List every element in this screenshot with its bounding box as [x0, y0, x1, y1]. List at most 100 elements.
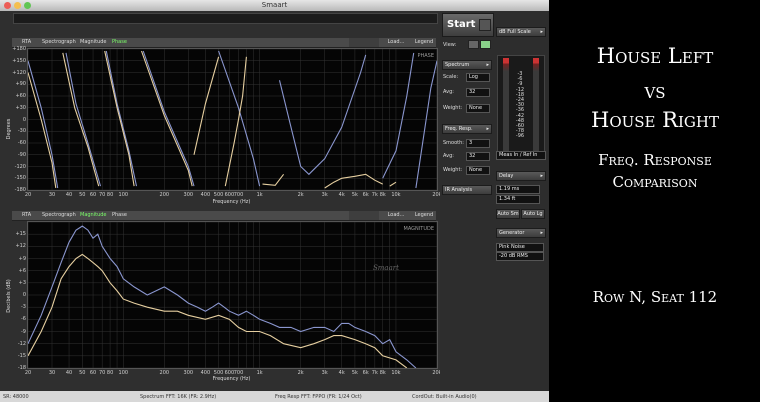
phase-xtick: 5k [351, 192, 358, 198]
magnitude-ytick: +15 [15, 231, 26, 238]
phase-xtick: 80 [106, 192, 114, 198]
signal-strip [13, 13, 438, 24]
phase-xtick: 40 [65, 192, 73, 198]
top-tab-phase[interactable]: Phase [112, 38, 127, 47]
top-blank-button[interactable] [349, 38, 379, 47]
status-cordout: CordOut: Built-in Audio(0) [412, 394, 477, 400]
phase-trace-right [389, 181, 397, 187]
magnitude-ytick: 0 [22, 292, 26, 298]
start-label: Start [447, 19, 476, 30]
phase-xtick: 70 [98, 192, 106, 198]
magnitude-trace-right [28, 253, 408, 368]
phase-xlabel: Frequency (Hz) [212, 199, 251, 205]
slide-subtitle-line1: Freq. Response [598, 151, 712, 169]
smooth-label: Smooth: [443, 140, 464, 146]
phase-xtick: 50 [79, 192, 86, 198]
magnitude-ytick: -9 [21, 328, 26, 335]
phase-trace-right [193, 56, 220, 155]
phase-ytick: +90 [15, 81, 26, 88]
status-bar: SR: 48000 Spectrum FFT: 16K (FR: 2.9Hz) … [0, 391, 549, 402]
bottom-blank-button[interactable] [349, 211, 379, 220]
spectrum-avg-select[interactable]: 32 [466, 88, 490, 97]
meter-mode-select[interactable]: Meas In / Ref In [496, 151, 546, 160]
bottom-tab-spectrograph[interactable]: Spectrograph [42, 211, 76, 220]
magnitude-ytick: -6 [21, 316, 26, 323]
expand-icon: ▸ [540, 173, 543, 179]
phase-xtick: 600 [224, 192, 235, 198]
phase-ytick: -30 [17, 128, 26, 135]
phase-xtick: 3k [321, 192, 328, 198]
top-tab-magnitude[interactable]: Magnitude [80, 38, 107, 47]
phase-xtick: 10k [391, 192, 401, 198]
phase-trace-right [324, 173, 383, 189]
spectrum-weight-select[interactable]: None [466, 104, 490, 113]
bottom-legend-button[interactable]: Legend [412, 211, 436, 220]
slide-title-line3: House Right [591, 108, 719, 132]
scale-select[interactable]: Log [466, 73, 490, 82]
phase-xtick: 300 [183, 192, 194, 198]
magnitude-ytick: +3 [18, 279, 26, 286]
phase-ytick: -120 [14, 163, 26, 170]
freq-avg-label: Avg: [443, 153, 454, 159]
meter-bar-in [503, 58, 509, 152]
phase-plot-svg [28, 49, 437, 190]
magnitude-badge: MAGNITUDE [403, 226, 434, 232]
spectrum-header[interactable]: Spectrum ▸ [442, 60, 492, 70]
spectrum-avg-label: Avg: [443, 89, 454, 95]
phase-xtick: 7k [371, 192, 378, 198]
magnitude-plot-svg [28, 222, 437, 368]
phase-ytick: +150 [12, 57, 26, 64]
freq-avg-select[interactable]: 32 [466, 152, 490, 161]
generator-noise-select[interactable]: Pink Noise [496, 243, 544, 252]
auto-lg-button[interactable]: Auto Lg [521, 209, 545, 219]
meter-scale-tick: -96 [515, 133, 525, 140]
status-spectrum-fft: Spectrum FFT: 16K (FR: 2.9Hz) [140, 394, 217, 400]
smaart-watermark: Smaart [373, 264, 399, 272]
auto-sm-button[interactable]: Auto Sm [496, 209, 520, 219]
ir-analysis-button[interactable]: IR Analysis [442, 185, 492, 195]
delay-ms-field[interactable]: 1.19 ms [496, 185, 540, 194]
magnitude-ytick: +6 [18, 267, 26, 274]
phase-trace-left [278, 54, 367, 176]
phase-xtick: 700 [233, 192, 244, 198]
slide-title-line1: House Left [596, 44, 714, 68]
magnitude-ytick: +12 [15, 243, 26, 250]
phase-badge: PHASE [417, 53, 434, 59]
stop-square-icon [479, 19, 491, 31]
view-single-icon[interactable] [468, 40, 479, 49]
magnitude-plot[interactable]: MAGNITUDE Smaart [27, 221, 438, 369]
phase-xtick: 8k [379, 192, 386, 198]
freq-resp-header[interactable]: Freq. Resp. ▸ [442, 124, 492, 134]
magnitude-ytick: -3 [21, 304, 26, 311]
smooth-select[interactable]: 3 [466, 139, 490, 148]
view-label: View: [443, 42, 457, 48]
top-load-button[interactable]: Load... [384, 38, 408, 47]
top-legend-button[interactable]: Legend [412, 38, 436, 47]
phase-xtick: 6k [362, 192, 369, 198]
top-tab-spectrograph[interactable]: Spectrograph [42, 38, 76, 47]
phase-ytick: +180 [12, 46, 26, 52]
magnitude-ylabel: Decibels (dB) [6, 279, 12, 313]
delay-ft-field[interactable]: 1.34 ft [496, 195, 540, 204]
bottom-tab-phase[interactable]: Phase [112, 211, 127, 220]
bottom-load-button[interactable]: Load... [384, 211, 408, 220]
generator-header[interactable]: Generator ▸ [496, 228, 546, 238]
freq-weight-select[interactable]: None [466, 166, 490, 175]
expand-icon: ▸ [540, 29, 543, 35]
phase-ytick: +30 [15, 104, 26, 111]
generator-level-field[interactable]: -20 dB RMS [496, 252, 544, 261]
bottom-tab-magnitude[interactable]: Magnitude [80, 211, 107, 220]
bottom-tab-rta[interactable]: RTA [22, 211, 31, 220]
view-split-icon[interactable] [480, 40, 491, 49]
phase-ytick: 0 [22, 116, 26, 123]
meter-bar-ref [533, 58, 539, 152]
scale-label: Scale: [443, 74, 459, 80]
start-button[interactable]: Start [442, 13, 494, 37]
phase-xtick: 1k [256, 192, 263, 198]
phase-ytick: +120 [12, 69, 26, 76]
db-fullscale-button[interactable]: dB Full Scale ▸ [496, 27, 546, 37]
phase-trace-right [104, 50, 135, 187]
phase-trace-left [415, 60, 437, 189]
phase-plot[interactable]: PHASE [27, 48, 438, 191]
delay-header[interactable]: Delay ▸ [496, 171, 546, 181]
